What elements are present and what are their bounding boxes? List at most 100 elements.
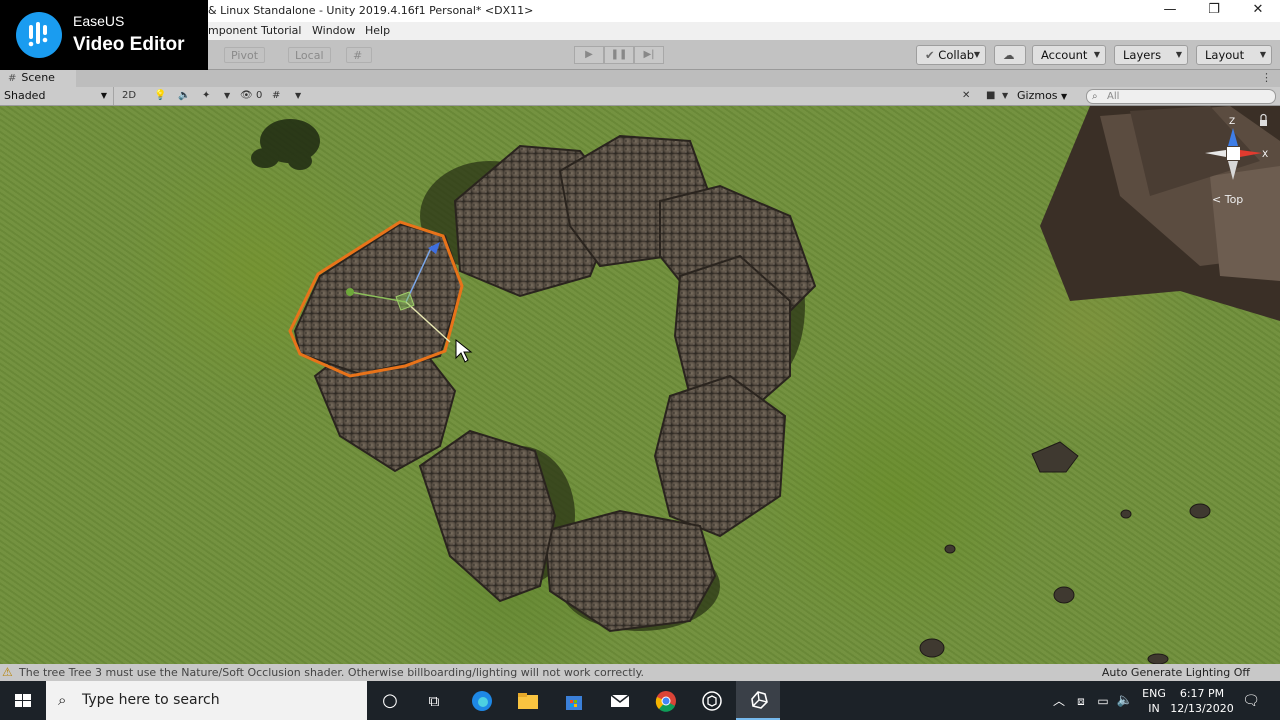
tools-icon[interactable]: ✕	[962, 89, 970, 103]
tree-shadow	[251, 119, 320, 170]
building-roof	[1040, 106, 1280, 321]
layers-dropdown[interactable]: Layers ▼	[1114, 45, 1188, 65]
hidden-objects-icon[interactable]: 👁	[240, 89, 253, 103]
watermark-brand: EaseUS	[73, 13, 125, 29]
unity-editor-taskbar-item[interactable]	[736, 681, 780, 720]
pivot-label: Pivot	[231, 49, 259, 62]
play-controls: ▶ ❚❚ ▶|	[574, 46, 664, 64]
watermark-product: Video Editor	[73, 34, 185, 55]
layout-dropdown[interactable]: Layout ▼	[1196, 45, 1272, 65]
cloud-button[interactable]: ☁	[994, 45, 1026, 65]
account-dropdown[interactable]: Account ▼	[1032, 45, 1106, 65]
restore-button[interactable]: ❐	[1192, 0, 1236, 22]
collab-button[interactable]: ✔ Collab ▼	[916, 45, 986, 65]
warning-icon: ⚠	[2, 665, 13, 679]
menu-tutorial[interactable]: Tutorial	[261, 24, 301, 37]
draw-mode-dropdown[interactable]: Shaded ▼	[0, 87, 114, 105]
scene-search-input[interactable]: ⌕ All	[1086, 89, 1276, 104]
scene-render: Z X	[251, 106, 1280, 664]
grid-toggle-icon[interactable]: #	[272, 89, 280, 103]
edge-icon[interactable]	[469, 689, 495, 713]
windows-logo-icon	[15, 694, 31, 707]
minimize-button[interactable]: —	[1148, 0, 1192, 22]
step-button[interactable]: ▶|	[634, 46, 664, 64]
layout-label: Layout	[1205, 48, 1245, 62]
search-icon: ⌕	[58, 691, 67, 709]
windows-start-button[interactable]	[0, 681, 46, 720]
language-indicator[interactable]: ENG IN	[1141, 686, 1167, 716]
easeus-logo-icon	[16, 12, 62, 58]
chevron-down-icon: ▼	[1175, 50, 1182, 59]
menu-help[interactable]: Help	[365, 24, 390, 37]
volume-icon[interactable]: 🔈	[1112, 689, 1138, 713]
chevron-down-icon[interactable]: ▼	[224, 89, 230, 103]
audio-icon[interactable]: 🔈	[178, 89, 190, 103]
unity-hub-icon[interactable]	[699, 689, 725, 713]
easeus-watermark: EaseUS Video Editor	[0, 0, 208, 70]
pivot-toggle[interactable]: Pivot	[224, 47, 266, 63]
chevron-down-icon[interactable]: ▼	[1002, 89, 1008, 103]
scene-viewport[interactable]: Z X < Top	[0, 106, 1280, 664]
clock-date: 12/13/2020	[1170, 702, 1234, 715]
check-icon: ✔	[925, 48, 935, 62]
effects-icon[interactable]: ✦	[202, 89, 210, 103]
menu-window[interactable]: Window	[312, 24, 355, 37]
play-button[interactable]: ▶	[574, 46, 604, 64]
scene-control-bar: Shaded ▼ 2D 💡 🔈 ✦ ▼ 👁 0 # ▼ ✕ ■ ▼ Gizmos…	[0, 87, 1280, 106]
notifications-icon[interactable]: 🗨	[1238, 689, 1264, 713]
mail-icon[interactable]	[607, 689, 633, 713]
camera-icon[interactable]: ■	[986, 89, 995, 103]
region-code: IN	[1148, 702, 1160, 715]
tab-scene[interactable]: # Scene	[0, 70, 76, 87]
gizmos-dropdown[interactable]: Gizmos ▼	[1017, 89, 1067, 103]
pause-button[interactable]: ❚❚	[604, 46, 634, 64]
mouse-cursor-icon	[455, 338, 473, 363]
chrome-icon[interactable]	[653, 689, 679, 713]
clock-time: 6:17 PM	[1179, 687, 1225, 700]
gizmos-label: Gizmos	[1017, 89, 1058, 102]
rock-ring	[293, 134, 817, 633]
unity-icon	[751, 691, 768, 709]
hidden-count: 0	[256, 90, 263, 101]
task-view-icon[interactable]: ⧉	[421, 689, 447, 713]
gizmo-axis-z: Z	[1229, 117, 1235, 127]
account-label: Account	[1041, 48, 1088, 62]
language-code: ENG	[1142, 687, 1166, 700]
chevron-left-icon: <	[1212, 193, 1222, 206]
console-warning-message[interactable]: The tree Tree 3 must use the Nature/Soft…	[19, 664, 644, 681]
chevron-down-icon: ▼	[1061, 92, 1068, 101]
window-title: & Linux Standalone - Unity 2019.4.16f1 P…	[208, 4, 534, 17]
cortana-icon[interactable]: ○	[377, 689, 403, 713]
cloud-icon: ☁	[1003, 48, 1015, 62]
taskbar-search-placeholder: Type here to search	[82, 692, 220, 708]
chevron-down-icon: ▼	[100, 91, 107, 100]
chevron-down-icon: ▼	[973, 50, 980, 59]
status-bar: ⚠ The tree Tree 3 must use the Nature/So…	[0, 664, 1280, 681]
collab-label: Collab	[938, 48, 975, 62]
view-label: Top	[1224, 193, 1244, 206]
lighting-status[interactable]: Auto Generate Lighting Off	[1102, 664, 1250, 681]
local-label: Local	[295, 49, 324, 62]
chevron-down-icon: ▼	[1093, 50, 1100, 59]
gizmo-axis-x: X	[1262, 150, 1268, 160]
lighting-icon[interactable]: 💡	[154, 89, 166, 103]
taskbar-search-input[interactable]: ⌕ Type here to search	[46, 681, 367, 720]
menu-component[interactable]: mponent	[208, 24, 257, 37]
grid-snap-icon[interactable]: #	[346, 47, 372, 63]
search-icon: ⌕	[1092, 91, 1098, 102]
view-mode-label[interactable]: < Top	[1212, 193, 1243, 206]
toggle-2d-button[interactable]: 2D	[122, 89, 136, 103]
windows-taskbar: ⌕ Type here to search ○ ⧉ ︿ ⧈ ▭ 🔈 ENG IN…	[0, 681, 1280, 720]
file-explorer-icon[interactable]	[515, 689, 541, 713]
store-icon[interactable]	[561, 689, 587, 713]
scene-search-placeholder: All	[1107, 91, 1120, 102]
more-options-icon[interactable]: ⋮	[1261, 71, 1272, 84]
layers-label: Layers	[1123, 48, 1162, 62]
scene-tab-label: Scene	[21, 71, 55, 84]
local-toggle[interactable]: Local	[288, 47, 331, 63]
scattered-stones	[919, 441, 1211, 664]
scene-tab-row: # Scene ⋮	[0, 70, 1280, 87]
system-clock[interactable]: 6:17 PM 12/13/2020	[1170, 686, 1234, 716]
close-button[interactable]: ✕	[1236, 0, 1280, 22]
chevron-down-icon[interactable]: ▼	[295, 89, 301, 103]
